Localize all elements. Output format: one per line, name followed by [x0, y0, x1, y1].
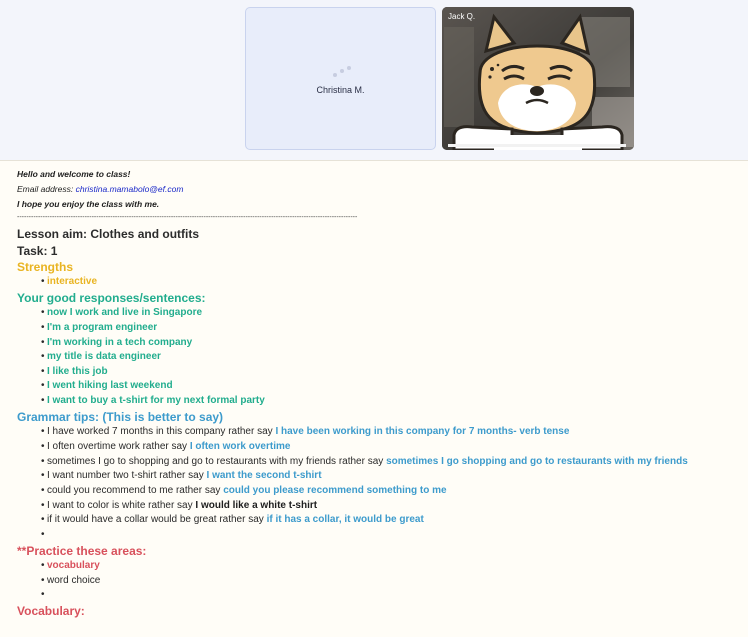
lesson-notes-panel: Hello and welcome to class! Email addres…	[0, 160, 748, 637]
video-tile-christina[interactable]: Christina M.	[245, 7, 436, 150]
list-item: • if it would have a collar would be grea…	[41, 514, 424, 525]
tile-status-bar	[448, 144, 626, 147]
empty-list-item: •	[41, 529, 45, 540]
doge-avatar-image	[442, 7, 634, 150]
loading-dots-icon	[333, 66, 353, 80]
task-heading: Task: 1	[17, 244, 58, 258]
responses-heading: Your good responses/sentences:	[17, 291, 206, 305]
list-item: • interactive	[41, 276, 98, 287]
list-item: • vocabulary	[41, 560, 100, 571]
video-strip: Christina M. Jack Q.	[0, 0, 748, 158]
closing-text: I hope you enjoy the class with me.	[17, 199, 160, 209]
list-item: • word choice	[41, 575, 101, 586]
empty-list-item: •	[41, 589, 45, 600]
list-item: • I'm working in a tech company	[41, 337, 193, 348]
lesson-aim-heading: Lesson aim: Clothes and outfits	[17, 227, 200, 241]
list-item: • I want to buy a t-shirt for my next for…	[41, 395, 265, 406]
list-item: • sometimes I go to shopping and go to re…	[41, 456, 688, 467]
strengths-heading: Strengths	[17, 260, 74, 274]
list-item: • could you recommend to me rather say co…	[41, 485, 447, 496]
practice-heading: **Practice these areas:	[17, 544, 147, 558]
list-item: • my title is data engineer	[41, 351, 161, 362]
email-link[interactable]: christina.mamabolo@ef.com	[76, 184, 184, 194]
list-item: • I want to color is white rather say I w…	[41, 500, 318, 511]
grammar-heading: Grammar tips: (This is better to say)	[17, 410, 224, 424]
video-tile-jack[interactable]: Jack Q.	[442, 7, 634, 150]
vocabulary-heading: Vocabulary:	[17, 604, 85, 618]
email-label: Email address:	[17, 184, 76, 194]
list-item: • I like this job	[41, 366, 108, 377]
divider-line: ----------------------------------------…	[17, 214, 358, 221]
participant-name: Jack Q.	[448, 12, 476, 21]
greeting-text: Hello and welcome to class!	[17, 169, 131, 179]
list-item: • I have worked 7 months in this company …	[41, 426, 570, 437]
email-line: Email address: christina.mamabolo@ef.com	[17, 184, 183, 194]
list-item: • I often overtime work rather say I ofte…	[41, 441, 291, 452]
list-item: • I want number two t-shirt rather say I …	[41, 470, 322, 481]
list-item: • I'm a program engineer	[41, 322, 158, 333]
participant-name: Christina M.	[316, 85, 365, 95]
list-item: • now I work and live in Singapore	[41, 307, 203, 318]
list-item: • I went hiking last weekend	[41, 380, 173, 391]
